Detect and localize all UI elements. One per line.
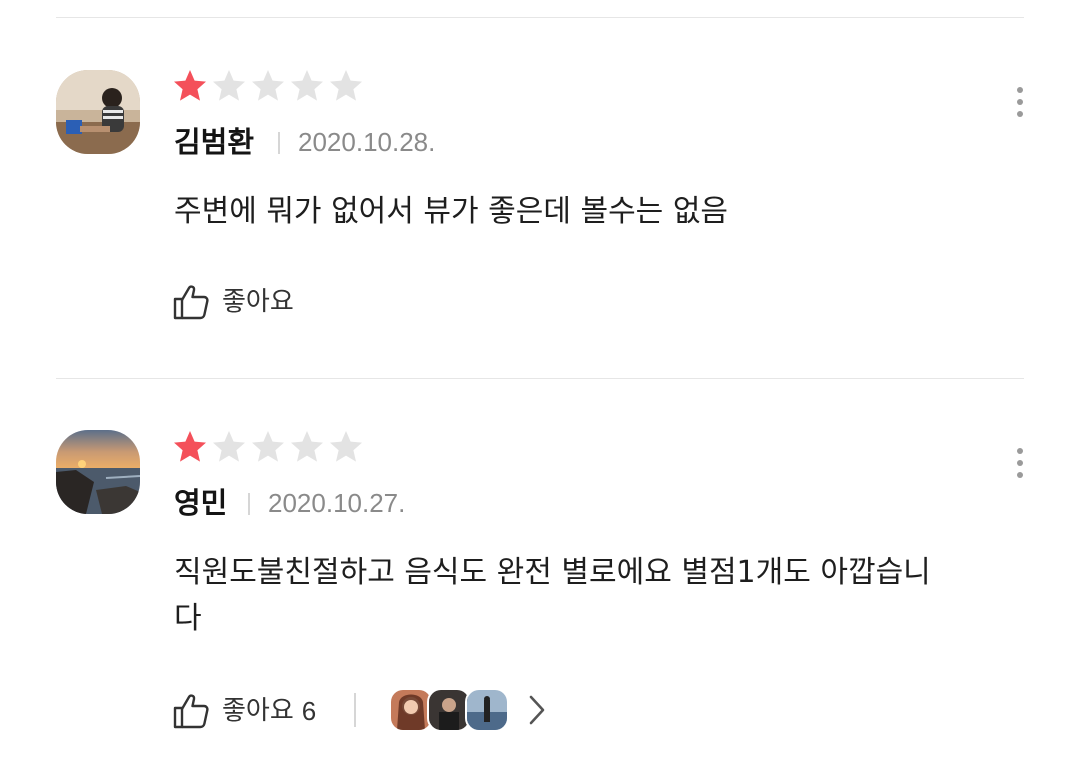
more-vertical-icon[interactable] [1014, 84, 1026, 120]
star-empty-icon [291, 70, 323, 101]
rating-stars [172, 68, 364, 104]
reviewer-name[interactable]: 영민 [174, 483, 227, 523]
review-text: 직원도불친절하고 음식도 완전 별로에요 별점1개도 아깝습니 다 [174, 550, 1034, 642]
rating-stars [172, 429, 364, 465]
like-separator [354, 693, 356, 727]
star-empty-icon [330, 431, 362, 462]
sunset-seascape-photo [56, 430, 140, 514]
star-empty-icon [213, 431, 245, 462]
divider [56, 378, 1024, 379]
star-empty-icon [330, 70, 362, 101]
reviewer-avatar[interactable] [56, 430, 140, 514]
review-text: 주변에 뭐가 없어서 뷰가 좋은데 볼수는 없음 [174, 194, 729, 229]
like-button[interactable]: 좋아요 [172, 282, 294, 322]
review-text-line: 다 [174, 601, 202, 636]
star-empty-icon [252, 431, 284, 462]
meta-separator [248, 493, 250, 515]
like-label: 좋아요 [222, 696, 294, 726]
star-filled-icon [174, 431, 206, 462]
review-text-line: 직원도불친절하고 음식도 완전 별로에요 별점1개도 아깝습니 [174, 555, 931, 590]
star-empty-icon [291, 431, 323, 462]
reviewer-avatar[interactable] [56, 70, 140, 154]
chevron-right-icon[interactable] [527, 694, 547, 726]
star-empty-icon [213, 70, 245, 101]
liker-avatars[interactable] [389, 688, 509, 732]
star-empty-icon [252, 70, 284, 101]
meta-separator [278, 132, 280, 154]
person-at-desk-photo [56, 70, 140, 154]
liker-avatar [465, 688, 509, 732]
like-button[interactable]: 좋아요 6 [172, 691, 316, 731]
like-count: 6 [301, 696, 317, 726]
thumbs-up-icon [173, 694, 209, 729]
like-label: 좋아요 [222, 287, 294, 317]
thumbs-up-icon [173, 285, 209, 320]
star-filled-icon [174, 70, 206, 101]
review-date: 2020.10.28. [298, 127, 436, 157]
divider-top [56, 17, 1024, 18]
more-vertical-icon[interactable] [1014, 445, 1026, 481]
review-date: 2020.10.27. [268, 488, 406, 518]
reviewer-name[interactable]: 김범환 [174, 122, 254, 162]
